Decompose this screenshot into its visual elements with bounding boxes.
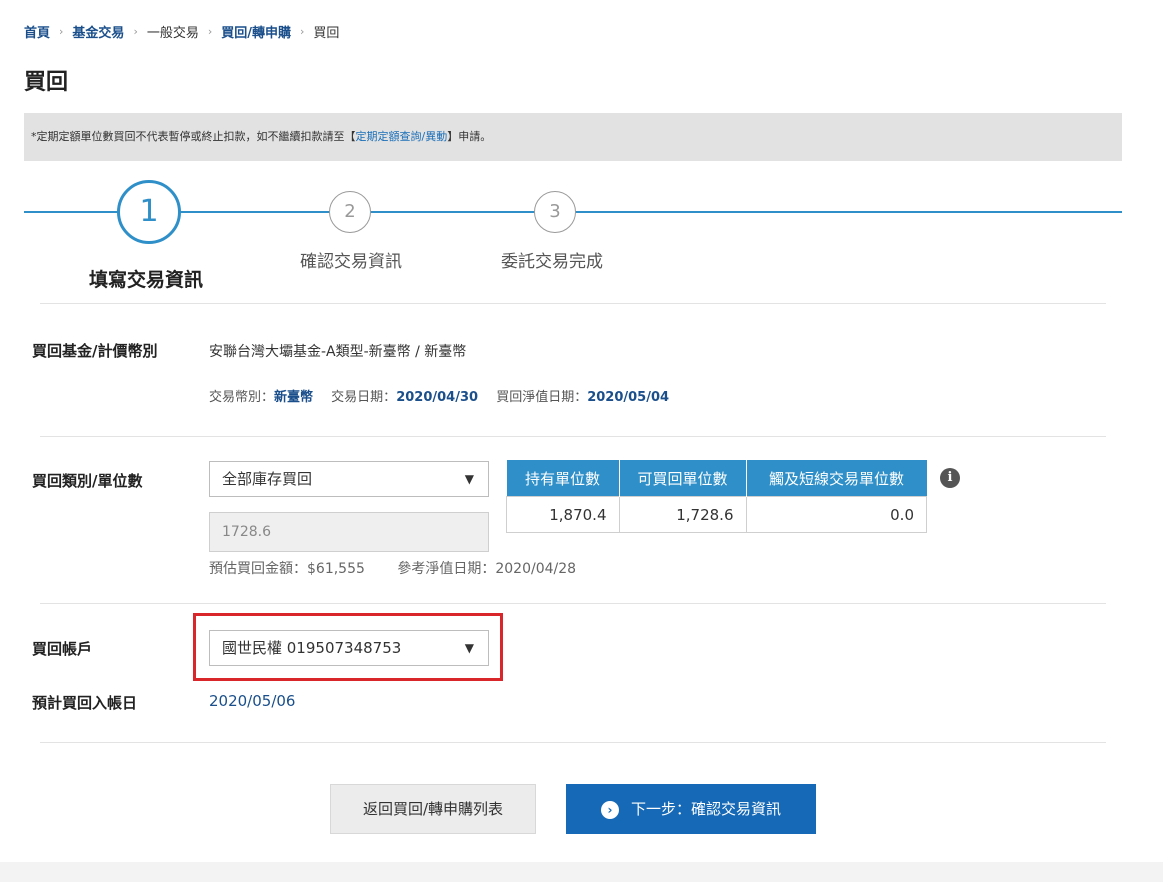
chevron-down-icon: ▼ — [464, 472, 474, 486]
breadcrumb-redeem-switch[interactable]: 買回/轉申購 — [221, 22, 291, 41]
fund-details: 交易幣別：新臺幣 交易日期：2020/04/30 買回淨值日期：2020/05/… — [209, 386, 669, 405]
page-bottom-edge — [0, 862, 1163, 882]
breadcrumb: 首頁 › 基金交易 › 一般交易 › 買回/轉申購 › 買回 — [24, 22, 339, 41]
redeemable-units-header: 可買回單位數 — [619, 460, 747, 497]
info-icon[interactable]: i — [940, 468, 960, 488]
breadcrumb-general-trading[interactable]: 一般交易 — [147, 22, 199, 41]
breadcrumb-separator: › — [207, 25, 213, 38]
redeem-estimate: 預估買回金額：$61,555 參考淨值日期：2020/04/28 — [209, 558, 576, 578]
notice-suffix: 】申請。 — [447, 130, 492, 143]
breadcrumb-separator: › — [133, 25, 138, 38]
redeem-type-label: 買回類別/單位數 — [32, 472, 143, 490]
step-3-circle: 3 — [534, 191, 576, 233]
section-divider — [40, 742, 1106, 743]
breadcrumb-fund-trading[interactable]: 基金交易 — [72, 22, 124, 41]
held-units-header: 持有單位數 — [506, 460, 620, 497]
section-divider — [40, 436, 1106, 437]
trade-date-value: 2020/04/30 — [396, 390, 479, 405]
units-input[interactable]: 1728.6 — [209, 512, 489, 552]
breadcrumb-separator: › — [300, 25, 305, 38]
units-table: 持有單位數 可買回單位數 觸及短線交易單位數 1,870.4 1,728.6 0… — [506, 460, 927, 533]
table-row: 1,870.4 1,728.6 0.0 — [506, 496, 927, 533]
notice-link[interactable]: 定期定額查詢/異動 — [356, 130, 448, 143]
next-step-button[interactable]: › 下一步：確認交易資訊 — [566, 784, 816, 834]
fund-label: 買回基金/計價幣別 — [32, 342, 158, 360]
redeemable-units-value: 1,728.6 — [618, 496, 747, 533]
account-label: 買回帳戶 — [32, 640, 93, 658]
step-1-label: 填寫交易資訊 — [89, 269, 204, 291]
next-step-label: 下一步：確認交易資訊 — [630, 800, 781, 818]
redeem-page: 首頁 › 基金交易 › 一般交易 › 買回/轉申購 › 買回 買回 *定期定額單… — [24, 0, 1122, 862]
trade-date-label: 交易日期： — [331, 390, 397, 405]
step-2-circle: 2 — [329, 191, 371, 233]
nav-date-value: 2020/05/04 — [587, 390, 670, 405]
breadcrumb-current: 買回 — [313, 26, 340, 41]
notice-banner: *定期定額單位數買回不代表暫停或終止扣款，如不繼續扣款請至【定期定額查詢/異動】… — [24, 113, 1122, 161]
step-3-label: 委託交易完成 — [501, 252, 603, 272]
page-title: 買回 — [24, 70, 69, 95]
ref-nav-date: 參考淨值日期：2020/04/28 — [397, 561, 577, 577]
section-divider — [40, 303, 1106, 304]
deposit-date-label: 預計買回入帳日 — [32, 694, 138, 712]
breadcrumb-home[interactable]: 首頁 — [24, 22, 50, 41]
notice-prefix: *定期定額單位數買回不代表暫停或終止扣款，如不繼續扣款請至【 — [31, 130, 356, 143]
held-units-value: 1,870.4 — [506, 496, 620, 533]
step-2-label: 確認交易資訊 — [300, 252, 402, 272]
units-table-header: 持有單位數 可買回單位數 觸及短線交易單位數 — [506, 460, 927, 497]
arrow-right-icon: › — [600, 800, 619, 819]
currency-value: 新臺幣 — [274, 390, 314, 405]
fund-name: 安聯台灣大壩基金-A類型-新臺幣 / 新臺幣 — [209, 344, 467, 360]
nav-date-label: 買回淨值日期： — [496, 390, 588, 405]
step-1-circle: 1 — [117, 180, 181, 244]
short-term-units-header: 觸及短線交易單位數 — [746, 460, 927, 497]
redeem-type-value: 全部庫存買回 — [222, 470, 313, 488]
currency-label: 交易幣別： — [209, 390, 275, 405]
estimate-amount: 預估買回金額：$61,555 — [209, 561, 365, 577]
short-term-units-value: 0.0 — [745, 496, 927, 533]
deposit-date-value: 2020/05/06 — [209, 692, 296, 710]
section-divider — [40, 603, 1106, 604]
highlight-box — [193, 613, 503, 681]
redeem-type-select[interactable]: 全部庫存買回 ▼ — [209, 461, 489, 497]
back-to-list-button[interactable]: 返回買回/轉申購列表 — [330, 784, 536, 834]
breadcrumb-separator: › — [59, 25, 64, 38]
